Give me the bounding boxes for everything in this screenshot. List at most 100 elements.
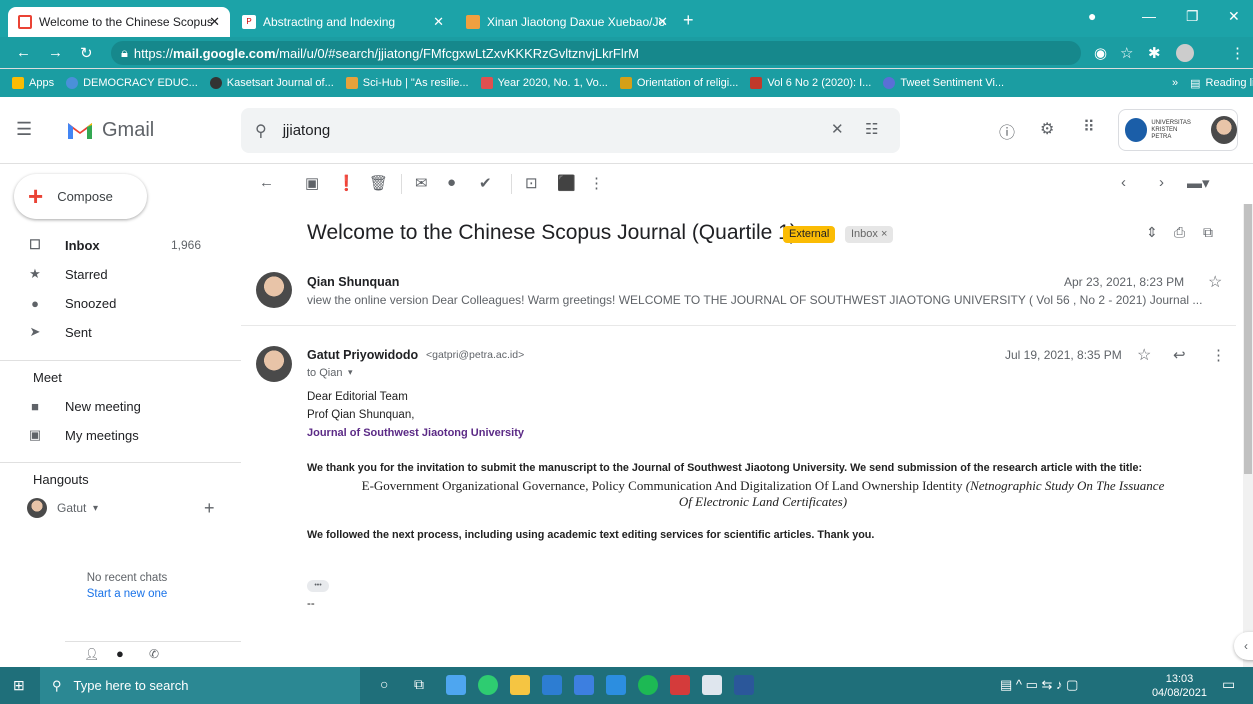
system-clock[interactable]: 13:03 04/08/2021 — [1152, 672, 1207, 700]
start-new-chat-link[interactable]: Start a new one — [0, 588, 254, 600]
more-menu-icon[interactable]: ⋮ — [1230, 44, 1245, 62]
help-icon[interactable]: ⓘ — [999, 119, 1015, 143]
more-vert-icon[interactable]: ⋮ — [589, 174, 604, 192]
mark-unread-icon[interactable]: ✉ — [415, 174, 428, 192]
mendeley-app-icon[interactable] — [670, 675, 690, 695]
add-hangout-button[interactable]: + — [204, 498, 215, 519]
mail-app-icon[interactable] — [606, 675, 626, 695]
older-chevron-left-icon[interactable]: ‹ — [1121, 174, 1126, 191]
close-icon[interactable]: ✕ — [209, 14, 220, 30]
newer-chevron-right-icon[interactable]: › — [1159, 174, 1164, 191]
recipient-line[interactable]: to Qian — [307, 367, 342, 379]
star-icon[interactable]: ☆ — [1208, 272, 1222, 292]
move-to-icon[interactable]: ⊡ — [525, 174, 538, 192]
back-arrow-icon[interactable]: ← — [259, 174, 274, 191]
open-new-window-icon[interactable]: ⧉ — [1203, 224, 1213, 241]
scrollbar-thumb[interactable] — [1244, 204, 1252, 474]
back-button[interactable]: ← — [16, 44, 31, 61]
eye-icon[interactable]: ◉ — [1094, 44, 1107, 62]
bookmark-item[interactable]: Sci-Hub | "As resilie... — [345, 77, 469, 89]
clear-search-icon[interactable]: ✕ — [831, 120, 844, 138]
trash-icon[interactable]: 🗑︎ — [369, 174, 388, 192]
apps-grid-icon[interactable]: ⠿ — [1083, 117, 1095, 137]
new-meeting-item[interactable]: ■ New meeting — [0, 392, 241, 420]
edge-app-icon[interactable] — [478, 675, 498, 695]
gear-icon[interactable]: ⚙ — [1040, 119, 1054, 139]
label-icon[interactable]: ⬛ — [557, 174, 576, 192]
notification-tray-icons[interactable]: ▤ ^ ▭ ⇆ ♪ ▢ — [1000, 677, 1078, 693]
search-bar[interactable]: ⚲ jjiatong ✕ ☷ — [241, 108, 900, 153]
chrome-user-app-icon[interactable] — [702, 675, 722, 695]
bookmark-item[interactable]: Vol 6 No 2 (2020): I... — [750, 77, 871, 89]
sidebar-item-sent[interactable]: ➤ Sent — [0, 318, 241, 346]
sidebar-item-snoozed[interactable]: ● Snoozed — [0, 289, 241, 317]
action-center-icon[interactable]: ▭ — [1222, 676, 1235, 693]
archive-icon[interactable]: ▣ — [305, 174, 319, 192]
dropbox-app-icon[interactable] — [574, 675, 594, 695]
search-options-icon[interactable]: ☷ — [865, 120, 878, 138]
reload-button[interactable]: ↻ — [80, 44, 93, 62]
gmail-logo-icon[interactable] — [66, 119, 94, 141]
vscode-app-icon[interactable] — [446, 675, 466, 695]
phone-icon[interactable]: ✆ — [149, 647, 159, 661]
window-close-button[interactable]: ✕ — [1228, 8, 1240, 25]
sidebar-item-starred[interactable]: ★ Starred — [0, 260, 241, 288]
address-bar[interactable]: 🔒︎ https://mail.google.com/mail/u/0/#sea… — [111, 41, 1081, 65]
file-explorer-icon[interactable] — [510, 675, 530, 695]
print-icon[interactable]: ⎙ — [1174, 224, 1185, 241]
bookmark-item[interactable]: Year 2020, No. 1, Vo... — [480, 77, 608, 89]
snooze-icon[interactable]: ● — [447, 174, 456, 191]
search-input[interactable]: jjiatong — [283, 122, 331, 139]
profile-avatar[interactable] — [1176, 44, 1194, 62]
extensions-icon[interactable]: ✱ — [1148, 44, 1161, 62]
sidebar-item-inbox[interactable]: ☐ Inbox 1,966 — [0, 231, 241, 259]
bookmark-item[interactable]: Orientation of religi... — [619, 77, 738, 89]
spotify-app-icon[interactable] — [638, 675, 658, 695]
taskbar-search[interactable]: ⚲ Type here to search — [40, 667, 360, 704]
inbox-label-chip[interactable]: Inbox × — [845, 226, 894, 243]
profile-dot-icon[interactable]: ● — [1088, 8, 1096, 24]
my-meetings-item[interactable]: ▣ My meetings — [0, 421, 241, 449]
maximize-button[interactable]: ❐ — [1186, 8, 1199, 25]
reply-icon[interactable]: ↩ — [1173, 346, 1186, 364]
store-app-icon[interactable] — [542, 675, 562, 695]
bookmark-apps[interactable]: Apps — [12, 77, 54, 89]
forward-button[interactable]: → — [48, 44, 63, 61]
star-icon[interactable]: ☆ — [1137, 345, 1151, 365]
bookmark-item[interactable]: DEMOCRACY EDUC... — [66, 77, 198, 89]
cortana-icon[interactable]: ○ — [380, 676, 388, 692]
report-spam-icon[interactable]: ❗ — [337, 174, 356, 192]
person-icon[interactable]: 👤︎ — [84, 647, 99, 661]
show-trimmed-content-button[interactable]: ••• — [307, 580, 329, 592]
account-avatar[interactable] — [1210, 116, 1237, 144]
tab-abstracting[interactable]: P Abstracting and Indexing ✕ — [232, 7, 454, 37]
windows-start-icon[interactable]: ⊞ — [13, 677, 25, 694]
expand-all-icon[interactable]: ⇕ — [1146, 224, 1158, 241]
greeting-line: Prof Qian Shunquan, — [307, 409, 415, 421]
task-view-icon[interactable]: ⧉ — [414, 676, 424, 693]
hamburger-menu-icon[interactable]: ☰ — [16, 119, 32, 140]
minimize-button[interactable]: — — [1142, 8, 1156, 24]
tab-gmail[interactable]: Welcome to the Chinese Scopus ✕ — [8, 7, 230, 37]
account-switcher[interactable]: UNIVERSITAS KRISTEN PETRA — [1118, 109, 1238, 151]
more-vert-icon[interactable]: ⋮ — [1211, 346, 1226, 364]
compose-button[interactable]: + Compose — [14, 174, 147, 219]
bookmark-item[interactable]: Kasetsart Journal of... — [209, 77, 334, 89]
bookmark-item[interactable]: Tweet Sentiment Vi... — [883, 77, 1004, 89]
close-icon[interactable]: ✕ — [433, 14, 444, 30]
scrollbar-track[interactable] — [1243, 204, 1253, 667]
reading-list-button[interactable]: » ▤ Reading list — [1172, 77, 1253, 90]
bookmark-star-icon[interactable]: ☆ — [1120, 44, 1133, 62]
side-panel-toggle[interactable]: ‹ — [1234, 632, 1253, 660]
close-icon[interactable]: ✕ — [657, 14, 668, 30]
keyboard-icon[interactable]: ▬▾ — [1187, 174, 1210, 192]
word-app-icon[interactable] — [734, 675, 754, 695]
hangouts-user[interactable]: Gatut ▾ + — [0, 494, 241, 522]
new-tab-button[interactable]: + — [683, 10, 694, 31]
chevron-down-icon[interactable]: ▾ — [93, 503, 98, 514]
chat-bubble-icon[interactable]: ● — [116, 646, 124, 661]
chevron-down-icon[interactable]: ▾ — [348, 367, 353, 378]
tab-xinan[interactable]: Xinan Jiaotong Daxue Xuebao/Jo ✕ — [456, 7, 678, 37]
add-task-icon[interactable]: ✔ — [479, 174, 492, 192]
search-icon[interactable]: ⚲ — [255, 121, 267, 141]
